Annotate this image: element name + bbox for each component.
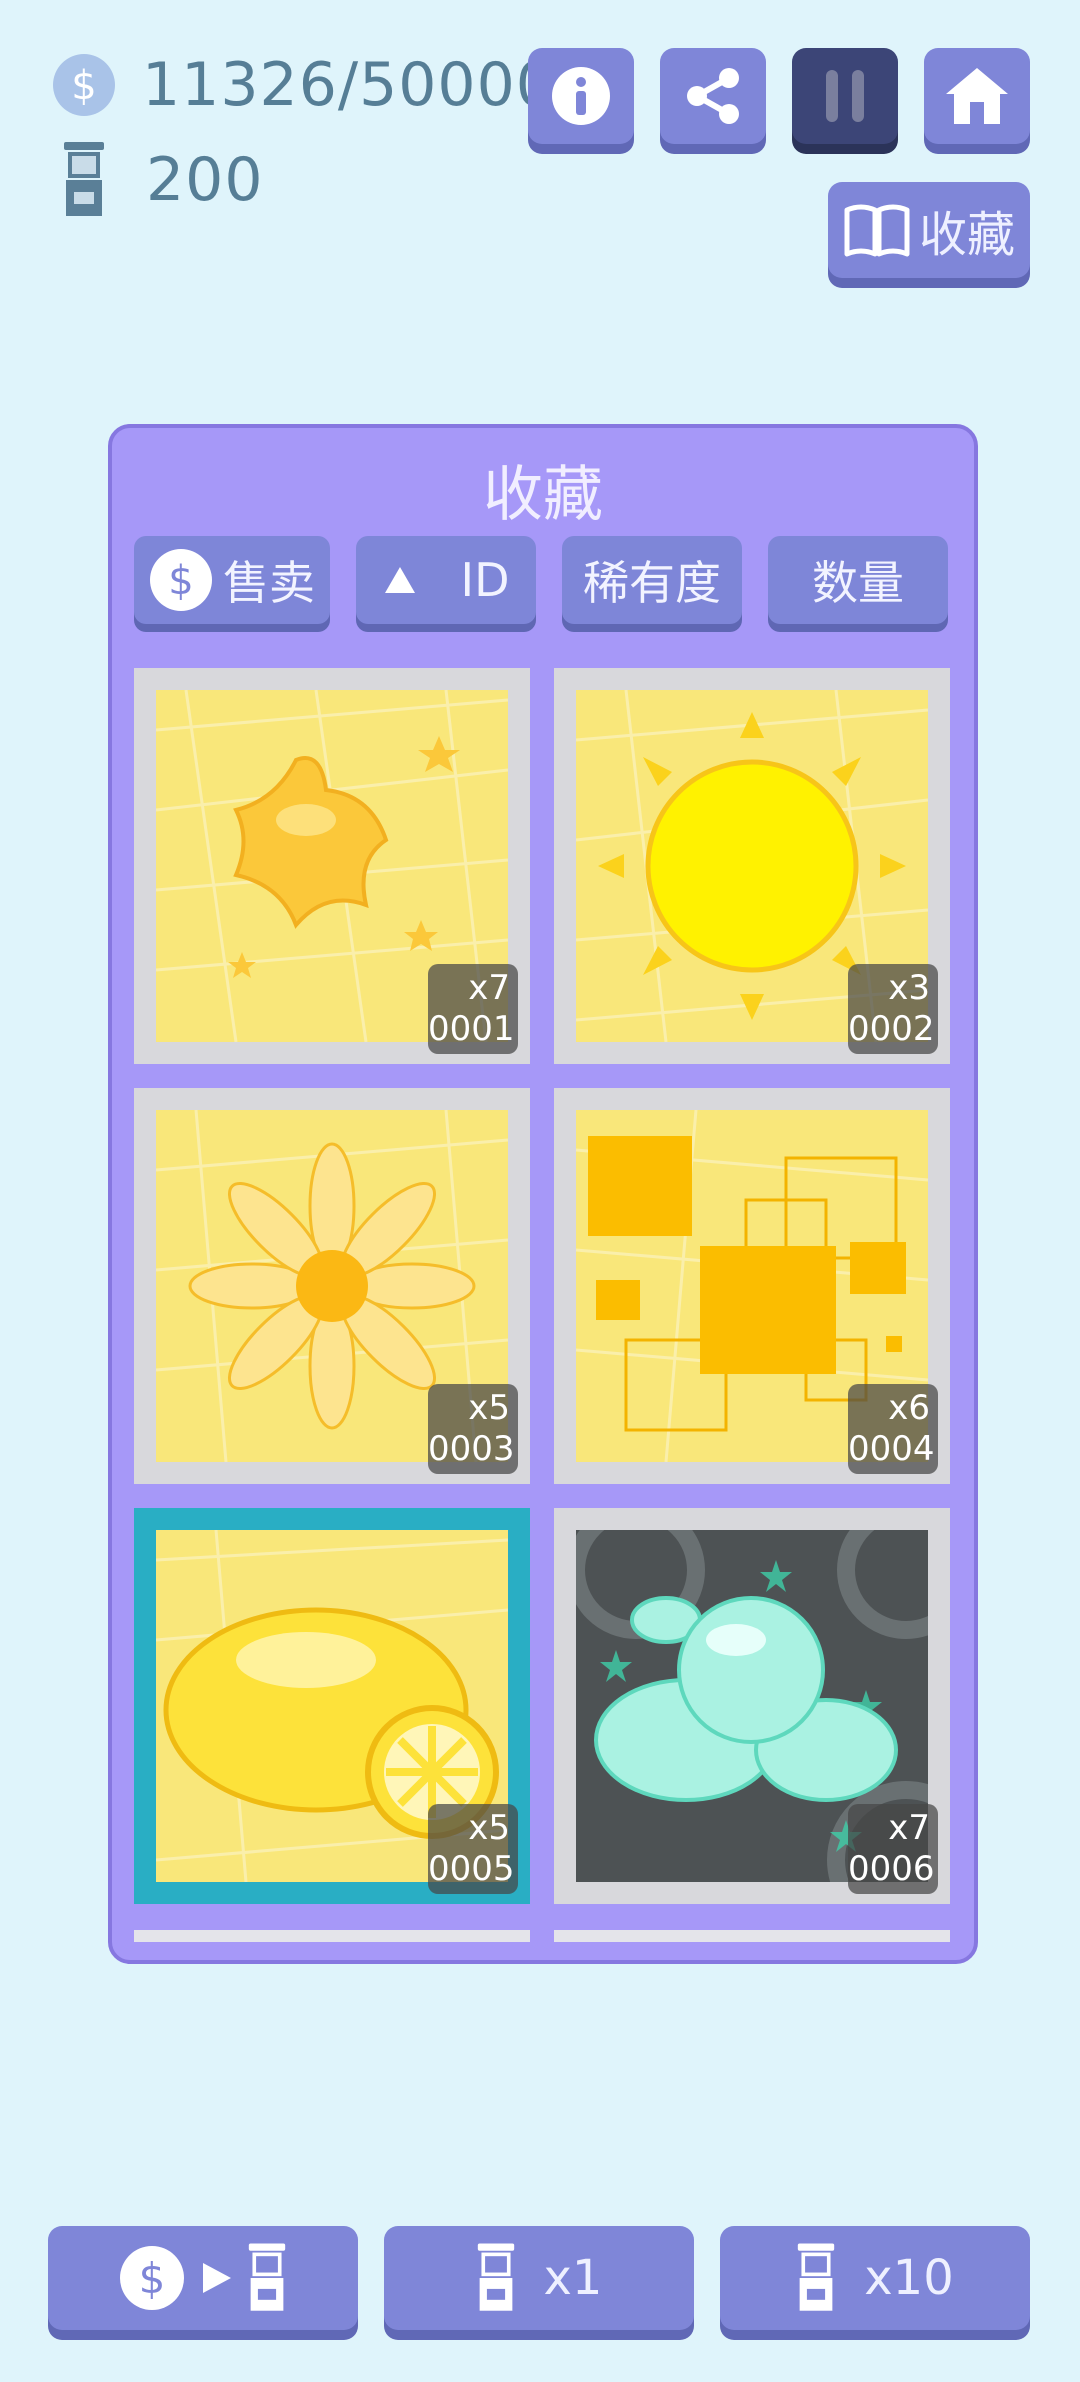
share-icon <box>687 68 739 124</box>
info-icon <box>552 67 610 125</box>
card-badge: x5 0003 <box>428 1384 518 1474</box>
next-row-card-edge <box>134 1930 530 1942</box>
gacha-machine-icon <box>477 2243 514 2311</box>
capsule-stat: 200 <box>62 142 264 218</box>
draw-ten-label: x10 <box>864 2250 954 2306</box>
card-badge: x7 0001 <box>428 964 518 1054</box>
sort-rarity-button[interactable]: 稀有度 <box>562 536 742 624</box>
coin-icon: $ <box>53 54 115 116</box>
sort-id-label: ID <box>460 553 510 607</box>
collection-card[interactable]: x3 0002 <box>554 668 950 1064</box>
collection-button[interactable]: 收藏 <box>828 182 1030 278</box>
sort-quantity-button[interactable]: 数量 <box>768 536 948 624</box>
collection-panel: 收藏 $ 售卖 ID 稀有度 数量 x7 0001 x3 0002 x5 000… <box>108 424 978 1964</box>
collection-card[interactable]: x7 0001 <box>134 668 530 1064</box>
buy-capsules-button[interactable]: $ <box>48 2226 358 2330</box>
coin-stat: $ 11326/50000 <box>52 50 555 120</box>
draw-one-button[interactable]: x1 <box>384 2226 694 2330</box>
svg-text:$: $ <box>139 2254 166 2303</box>
collection-button-label: 收藏 <box>918 207 1015 263</box>
card-badge: x3 0002 <box>848 964 938 1054</box>
pause-button[interactable] <box>792 48 898 144</box>
sort-rarity-label: 稀有度 <box>583 556 721 610</box>
info-button[interactable] <box>528 48 634 144</box>
triangle-up-icon <box>384 567 415 593</box>
card-id: 0004 <box>848 1429 935 1469</box>
card-id: 0005 <box>428 1849 515 1889</box>
card-count: x3 <box>888 968 930 1008</box>
card-badge: x7 0006 <box>848 1804 938 1894</box>
svg-text:$: $ <box>168 558 193 604</box>
sell-label: 售卖 <box>223 556 315 610</box>
svg-text:$: $ <box>71 63 96 109</box>
card-count: x6 <box>888 1388 930 1428</box>
coin-count: 11326/50000 <box>142 50 555 120</box>
collection-card-selected[interactable]: x5 0005 <box>134 1508 530 1904</box>
collection-card[interactable]: x5 0003 <box>134 1088 530 1484</box>
card-count: x7 <box>468 968 510 1008</box>
panel-title: 收藏 <box>483 460 603 530</box>
card-count: x5 <box>468 1388 510 1428</box>
arrow-right-icon <box>203 2263 231 2293</box>
gacha-machine-icon <box>798 2243 835 2311</box>
home-button[interactable] <box>924 48 1030 144</box>
card-id: 0002 <box>848 1009 935 1049</box>
pause-icon <box>826 70 864 122</box>
sort-quantity-label: 数量 <box>812 556 904 610</box>
coin-icon: $ <box>150 549 212 611</box>
collection-card[interactable]: x6 0004 <box>554 1088 950 1484</box>
home-icon <box>946 68 1008 124</box>
next-row-card-edge <box>554 1930 950 1942</box>
collection-card[interactable]: x7 0006 <box>554 1508 950 1904</box>
capsule-count: 200 <box>146 145 264 215</box>
card-count: x5 <box>468 1808 510 1848</box>
card-badge: x5 0005 <box>428 1804 518 1894</box>
card-badge: x6 0004 <box>848 1384 938 1474</box>
card-count: x7 <box>888 1808 930 1848</box>
sort-id-button[interactable]: ID <box>356 536 536 624</box>
coin-icon: $ <box>120 2246 184 2310</box>
gacha-machine-icon <box>64 142 104 216</box>
gacha-machine-icon <box>248 2243 286 2311</box>
draw-ten-button[interactable]: x10 <box>720 2226 1030 2330</box>
card-id: 0003 <box>428 1429 515 1469</box>
share-button[interactable] <box>660 48 766 144</box>
book-icon <box>844 204 910 257</box>
draw-one-label: x1 <box>543 2250 603 2306</box>
card-id: 0001 <box>428 1009 515 1049</box>
sell-button[interactable]: $ 售卖 <box>134 536 330 624</box>
card-id: 0006 <box>848 1849 935 1889</box>
